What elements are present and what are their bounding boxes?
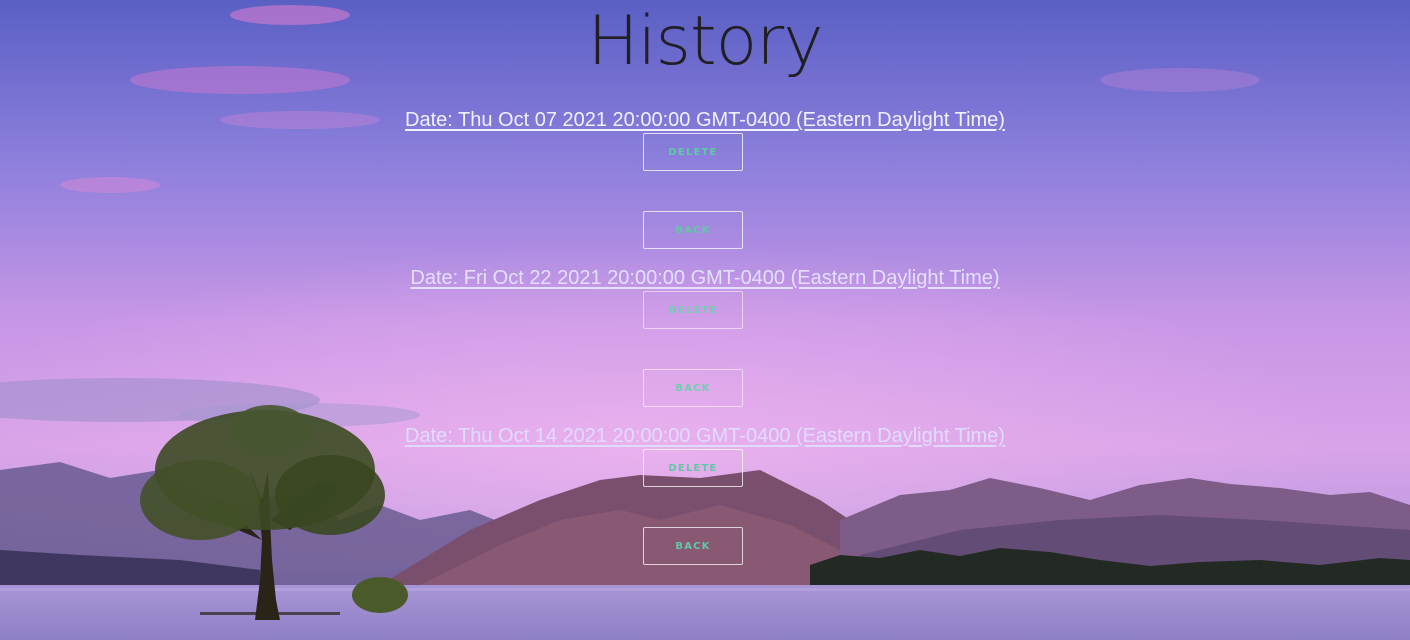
- history-entry: Date: Fri Oct 22 2021 20:00:00 GMT-0400 …: [0, 266, 1410, 426]
- back-button[interactable]: BACK: [643, 211, 743, 249]
- delete-button[interactable]: DELETE: [643, 133, 743, 171]
- delete-button[interactable]: DELETE: [643, 449, 743, 487]
- history-entry-date-link[interactable]: Date: Thu Oct 07 2021 20:00:00 GMT-0400 …: [0, 108, 1410, 132]
- history-entry-date-link[interactable]: Date: Thu Oct 14 2021 20:00:00 GMT-0400 …: [0, 424, 1410, 448]
- back-button[interactable]: BACK: [643, 527, 743, 565]
- history-entry: Date: Thu Oct 14 2021 20:00:00 GMT-0400 …: [0, 424, 1410, 584]
- page-title: History: [587, 2, 824, 81]
- history-entry-date-link[interactable]: Date: Fri Oct 22 2021 20:00:00 GMT-0400 …: [0, 266, 1410, 290]
- history-entry: Date: Thu Oct 07 2021 20:00:00 GMT-0400 …: [0, 108, 1410, 268]
- delete-button[interactable]: DELETE: [643, 291, 743, 329]
- back-button[interactable]: BACK: [643, 369, 743, 407]
- history-page: History Date: Thu Oct 07 2021 20:00:00 G…: [0, 0, 1410, 640]
